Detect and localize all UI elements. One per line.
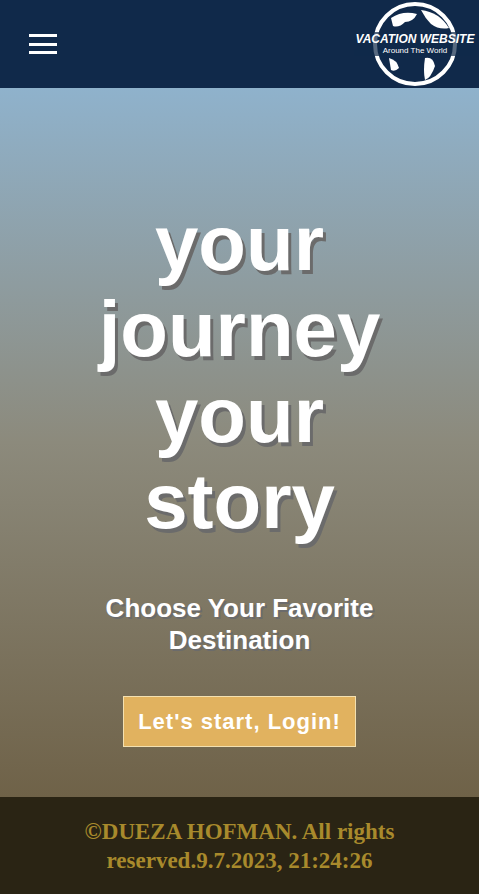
menu-icon-line [29, 43, 57, 46]
menu-button[interactable] [29, 34, 57, 54]
footer: ©DUEZA HOFMAN. All rights reserved.9.7.2… [0, 797, 479, 894]
hero: your journey your story Choose Your Favor… [0, 88, 479, 797]
menu-icon-line [29, 51, 57, 54]
top-bar: VACATION WEBSITEAround The World [0, 0, 479, 88]
hero-subtitle: Choose Your Favorite Destination [70, 592, 410, 656]
copyright-text: ©DUEZA HOFMAN. All rights reserved.9.7.2… [50, 817, 430, 875]
logo-subtitle: Around The World [383, 46, 448, 56]
site-logo[interactable]: VACATION WEBSITEAround The World [363, 0, 467, 88]
login-button[interactable]: Let's start, Login! [123, 696, 356, 747]
page: VACATION WEBSITEAround The Worldyour jou… [0, 0, 479, 894]
menu-icon-line [29, 34, 57, 37]
hero-headline: your journey your story [70, 200, 410, 544]
logo-title: VACATION WEBSITE [356, 32, 475, 46]
